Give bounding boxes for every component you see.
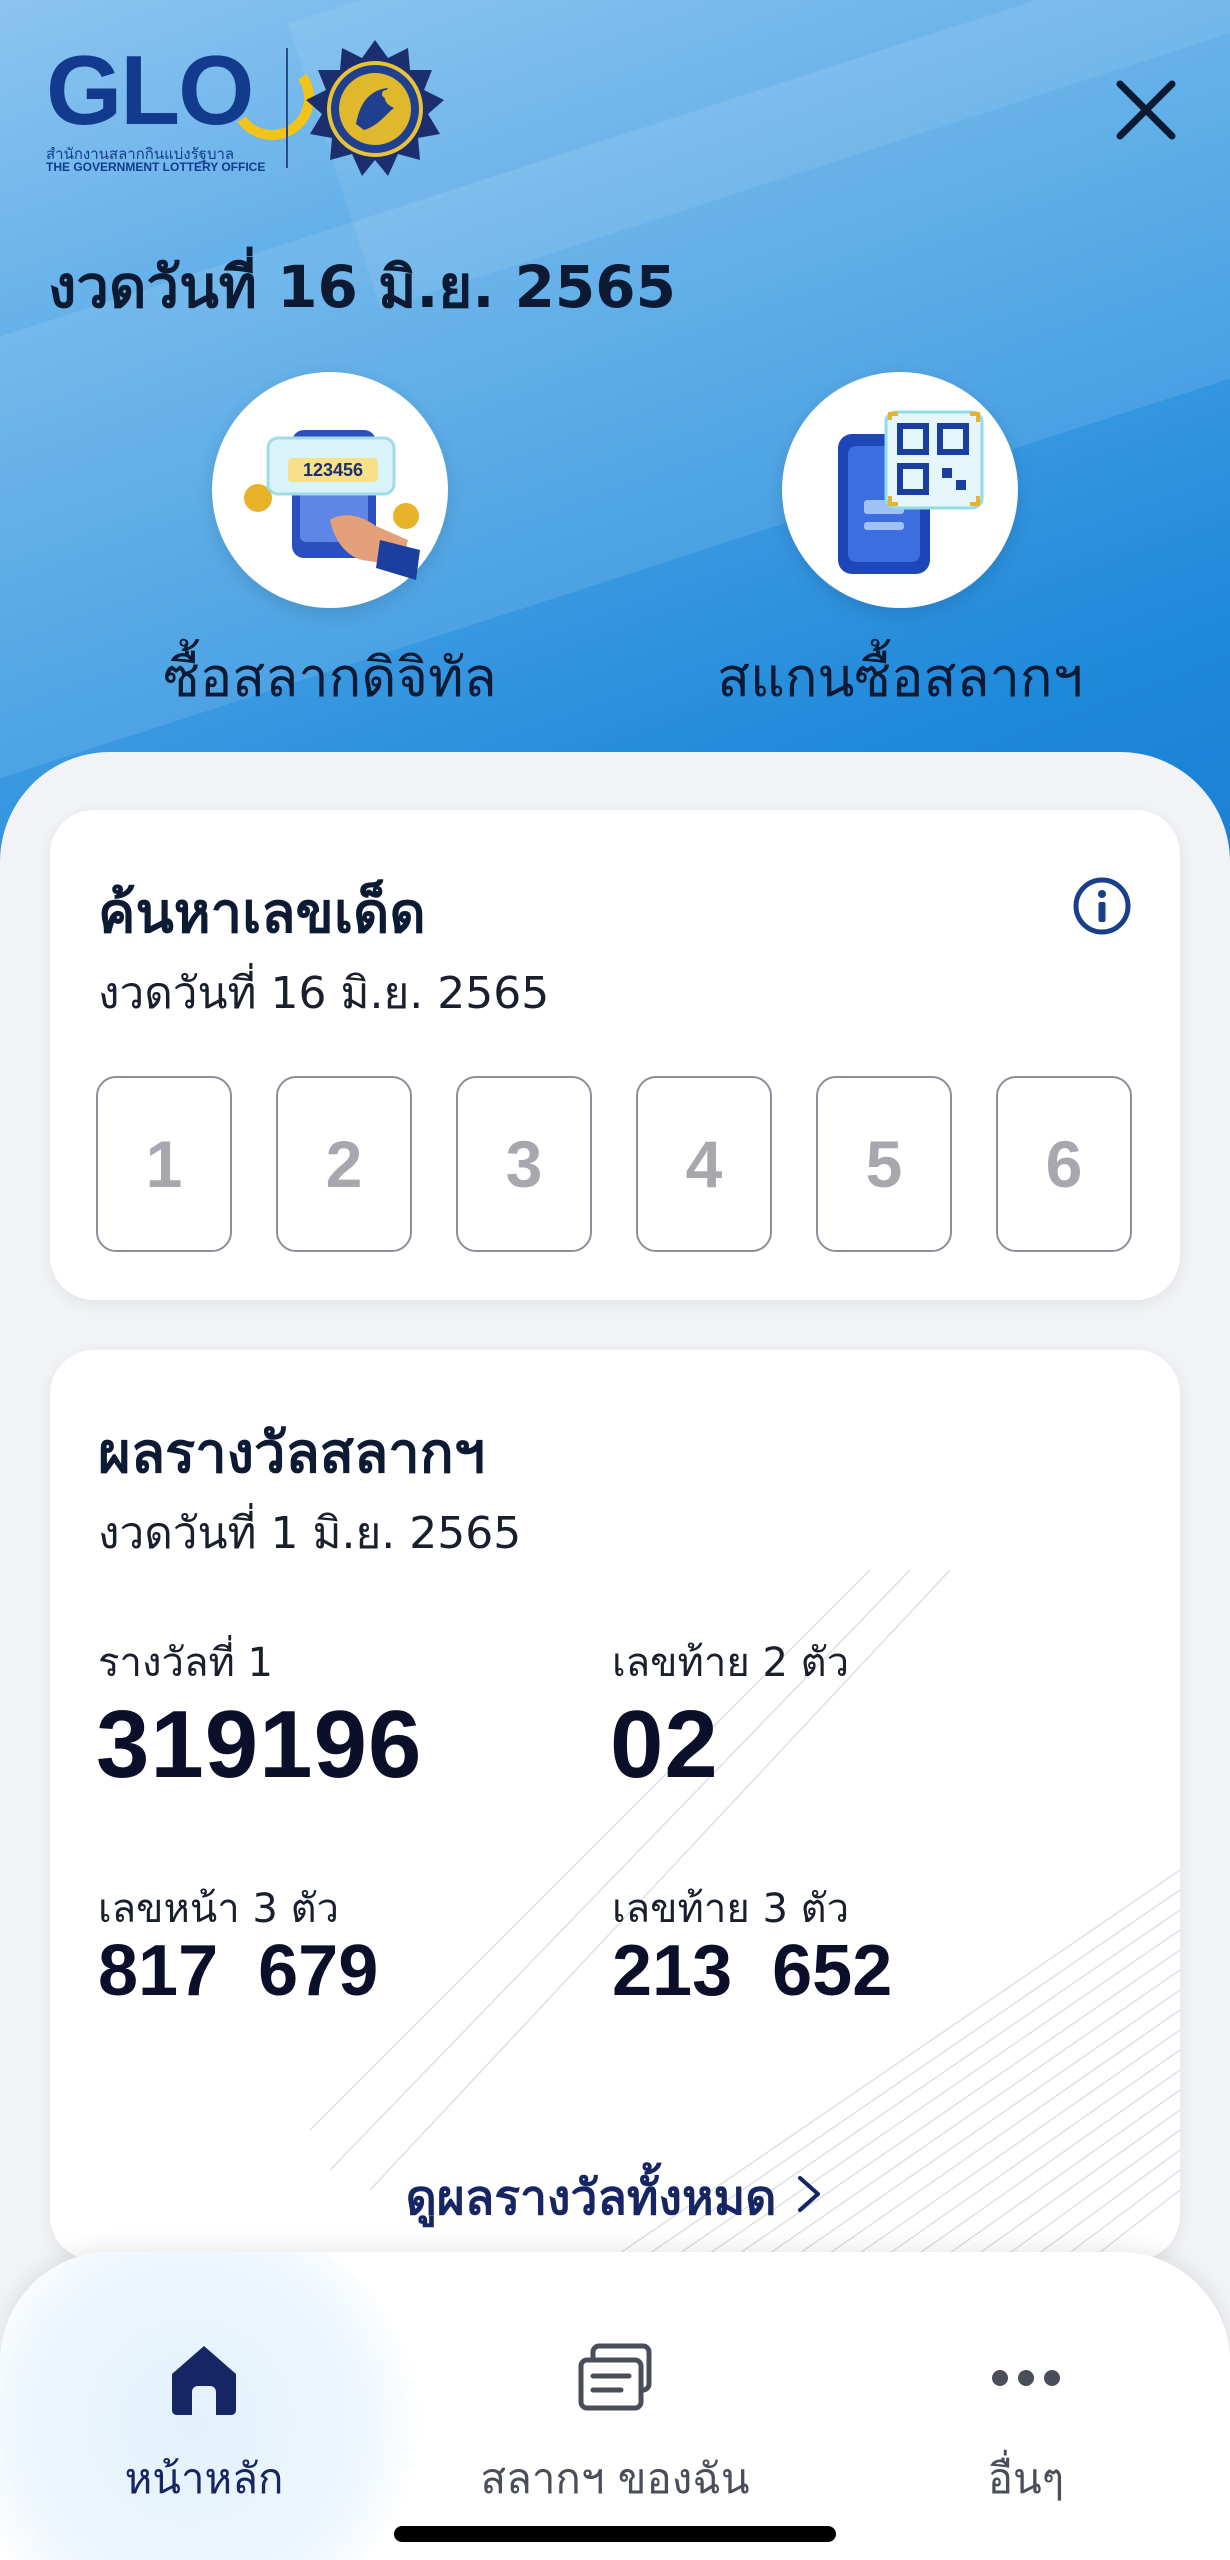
logo-divider — [286, 48, 288, 168]
ticket-number-text: 123456 — [303, 460, 363, 480]
digit-input-4[interactable]: 4 — [636, 1076, 772, 1252]
tab-my-tickets[interactable]: สลากฯ ของฉัน — [435, 2292, 795, 2503]
my-tickets-icon — [578, 2343, 652, 2411]
scan-buy-lottery-label: สแกนซื้อสลากฯ — [717, 646, 1083, 709]
qr-scan-phone-icon — [838, 410, 984, 574]
glo-logo-sub-english: THE GOVERNMENT LOTTERY OFFICE — [46, 160, 266, 174]
last-three-digits-number: 213 652 — [612, 1931, 893, 2011]
more-icon — [992, 2370, 1060, 2386]
digital-lottery-phone-icon: 123456 — [244, 430, 420, 580]
lottery-results-card: ผลรางวัลสลากฯ งวดวันที่ 1 มิ.ย. 2565 ราง… — [50, 1350, 1180, 2260]
scan-buy-lottery-button[interactable]: สแกนซื้อสลากฯ — [640, 372, 1160, 709]
lucky-number-search-card: ค้นหาเลขเด็ด งวดวันที่ 16 มิ.ย. 2565 1 2… — [50, 810, 1180, 1300]
buy-digital-lottery-label: ซื้อสลากดิจิทัล — [163, 646, 497, 709]
bottom-tab-bar: หน้าหลัก สลากฯ ของฉัน อื่นๆ — [0, 2252, 1230, 2560]
draw-date-title: งวดวันที่ 16 มิ.ย. 2565 — [48, 253, 677, 321]
info-icon[interactable] — [1072, 876, 1132, 936]
digit-input-3[interactable]: 3 — [456, 1076, 592, 1252]
close-button[interactable] — [1106, 70, 1186, 150]
search-card-title: ค้นหาเลขเด็ด — [98, 881, 426, 946]
close-icon — [1116, 80, 1176, 140]
results-card-title: ผลรางวัลสลากฯ — [98, 1421, 486, 1486]
digit-input-6[interactable]: 6 — [996, 1076, 1132, 1252]
buy-digital-lottery-icon-circle: 123456 — [212, 372, 448, 608]
chevron-right-icon — [794, 2170, 824, 2226]
buy-digital-lottery-button[interactable]: 123456 ซื้อสลากดิจิทัล — [70, 372, 590, 709]
last-two-digits-label: เลขท้าย 2 ตัว — [612, 1640, 850, 1686]
digit-input-5[interactable]: 5 — [816, 1076, 952, 1252]
results-card-date: งวดวันที่ 1 มิ.ย. 2565 — [98, 1508, 522, 1559]
search-card-date: งวดวันที่ 16 มิ.ย. 2565 — [98, 968, 550, 1019]
glo-logo: GLO สำนักงานสลากกินแบ่งรัฐบาล THE GOVERN… — [46, 38, 466, 178]
digit-input-2[interactable]: 2 — [276, 1076, 412, 1252]
tab-more-label: อื่นๆ — [987, 2454, 1065, 2503]
tab-more[interactable]: อื่นๆ — [846, 2292, 1206, 2503]
tab-home[interactable]: หน้าหลัก — [24, 2292, 384, 2503]
government-emblem-icon — [304, 38, 446, 180]
view-all-results-label: ดูผลรางวัลทั้งหมด — [405, 2170, 777, 2226]
scan-buy-lottery-icon-circle — [782, 372, 1018, 608]
tab-my-tickets-label: สลากฯ ของฉัน — [480, 2454, 750, 2503]
home-icon — [172, 2346, 236, 2415]
last-two-digits-number: 02 — [610, 1691, 719, 1798]
home-indicator — [394, 2526, 836, 2542]
view-all-results-link[interactable]: ดูผลรางวัลทั้งหมด — [50, 2160, 1180, 2236]
digit-input-1[interactable]: 1 — [96, 1076, 232, 1252]
front-three-digits-number: 817 679 — [98, 1931, 379, 2011]
first-prize-number: 319196 — [96, 1691, 423, 1798]
glo-logo-text: GLO — [46, 35, 254, 145]
tab-home-label: หน้าหลัก — [124, 2454, 284, 2503]
first-prize-label: รางวัลที่ 1 — [98, 1640, 273, 1686]
